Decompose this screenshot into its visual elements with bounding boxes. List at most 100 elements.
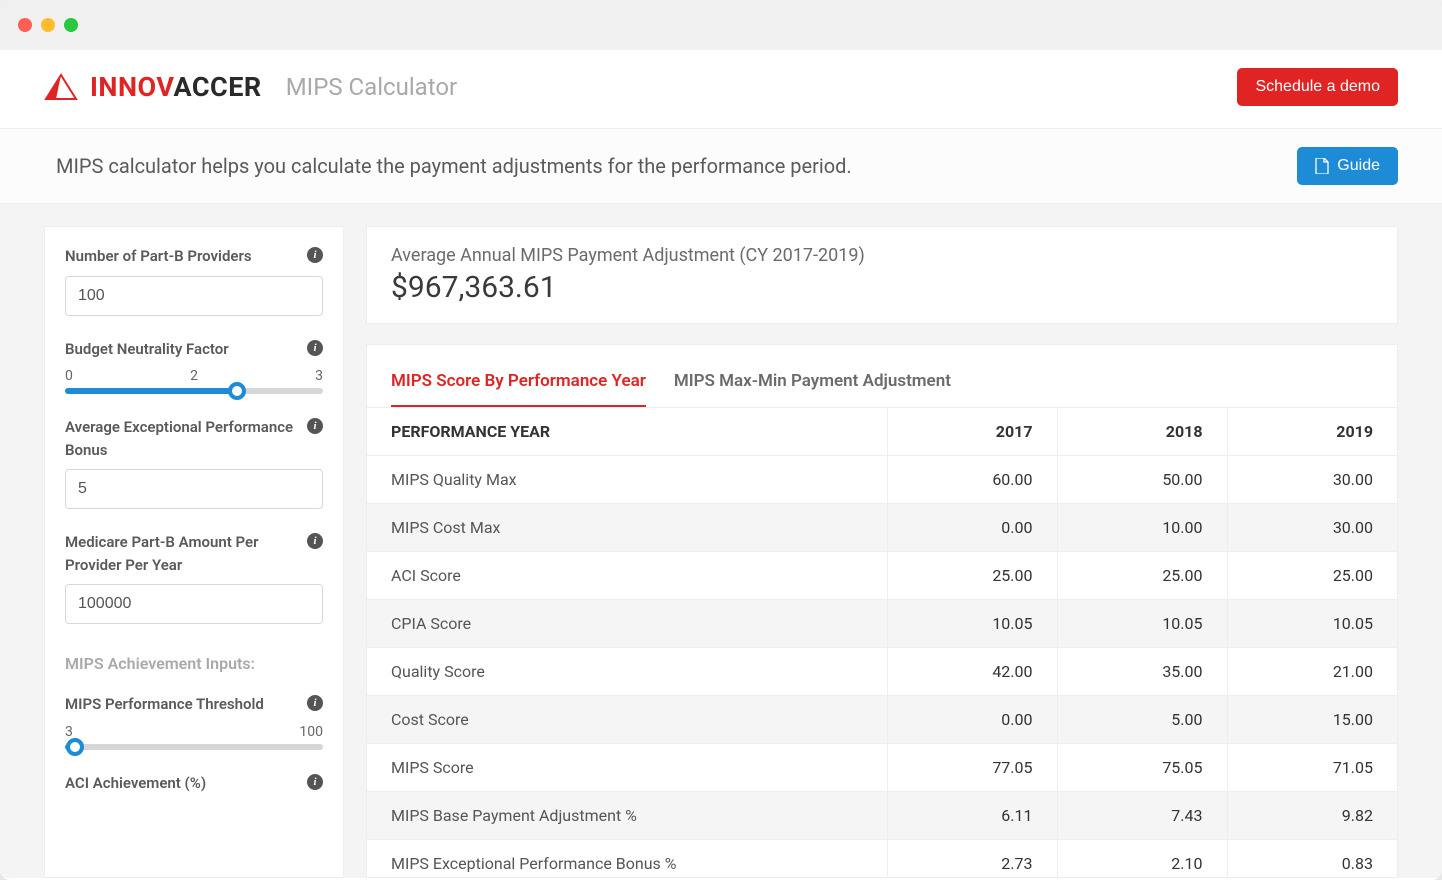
info-icon[interactable]: i — [307, 418, 323, 434]
info-icon[interactable]: i — [307, 340, 323, 356]
cell-value: 30.00 — [1227, 456, 1397, 504]
window-close-icon[interactable] — [18, 18, 32, 32]
field-threshold: MIPS Performance Threshold i 3 100 — [65, 693, 323, 750]
sidebar-section-title: MIPS Achievement Inputs: — [65, 654, 323, 673]
row-label: CPIA Score — [367, 600, 887, 648]
tab[interactable]: MIPS Score By Performance Year — [391, 363, 646, 407]
info-icon[interactable]: i — [307, 695, 323, 711]
row-label: MIPS Exceptional Performance Bonus % — [367, 840, 887, 879]
cell-value: 15.00 — [1227, 696, 1397, 744]
cell-value: 42.00 — [887, 648, 1057, 696]
field-label: ACI Achievement (%) — [65, 772, 206, 795]
cell-value: 75.05 — [1057, 744, 1227, 792]
cell-value: 10.05 — [1227, 600, 1397, 648]
app-subtitle: MIPS Calculator — [286, 73, 457, 101]
table-row: Cost Score0.005.0015.00 — [367, 696, 1397, 744]
table-row: MIPS Cost Max0.0010.0030.00 — [367, 504, 1397, 552]
summary-card: Average Annual MIPS Payment Adjustment (… — [366, 226, 1398, 324]
schedule-demo-button[interactable]: Schedule a demo — [1237, 68, 1398, 106]
cell-value: 0.00 — [887, 504, 1057, 552]
cell-value: 10.00 — [1057, 504, 1227, 552]
field-bonus: Average Exceptional Performance Bonus i — [65, 416, 323, 509]
bonus-input[interactable] — [65, 469, 323, 509]
table-row: Quality Score42.0035.0021.00 — [367, 648, 1397, 696]
field-label: Average Exceptional Performance Bonus — [65, 416, 307, 461]
titlebar — [0, 0, 1442, 50]
tabs: MIPS Score By Performance Year MIPS Max-M… — [367, 363, 1397, 408]
table-card: MIPS Score By Performance Year MIPS Max-M… — [366, 344, 1398, 878]
slider-labels: 0 2 3 — [65, 368, 323, 384]
window-maximize-icon[interactable] — [64, 18, 78, 32]
cell-value: 7.43 — [1057, 792, 1227, 840]
tab[interactable]: MIPS Max-Min Payment Adjustment — [674, 363, 951, 407]
info-icon[interactable]: i — [307, 533, 323, 549]
cell-value: 6.11 — [887, 792, 1057, 840]
row-label: Cost Score — [367, 696, 887, 744]
cell-value: 30.00 — [1227, 504, 1397, 552]
field-aci: ACI Achievement (%) i — [65, 772, 323, 795]
content: Number of Part-B Providers i Budget Neut… — [0, 204, 1442, 878]
summary-label: Average Annual MIPS Payment Adjustment (… — [391, 245, 1373, 266]
row-label: Quality Score — [367, 648, 887, 696]
sidebar: Number of Part-B Providers i Budget Neut… — [44, 226, 344, 878]
cell-value: 9.82 — [1227, 792, 1397, 840]
main: Average Annual MIPS Payment Adjustment (… — [366, 226, 1398, 878]
row-label: MIPS Cost Max — [367, 504, 887, 552]
table-header: 2019 — [1227, 408, 1397, 456]
header: INNOVACCER MIPS Calculator Schedule a de… — [0, 50, 1442, 129]
window-minimize-icon[interactable] — [41, 18, 55, 32]
bnf-slider[interactable] — [65, 388, 323, 394]
medicare-input[interactable] — [65, 584, 323, 624]
info-icon[interactable]: i — [307, 247, 323, 263]
table-row: CPIA Score10.0510.0510.05 — [367, 600, 1397, 648]
slider-thumb-icon[interactable] — [66, 738, 84, 756]
table-header: 2017 — [887, 408, 1057, 456]
slider-min: 0 — [65, 368, 73, 384]
threshold-slider[interactable] — [65, 744, 323, 750]
subheader-text: MIPS calculator helps you calculate the … — [56, 154, 852, 178]
performance-table: PERFORMANCE YEAR201720182019 MIPS Qualit… — [367, 408, 1397, 878]
row-label: MIPS Quality Max — [367, 456, 887, 504]
field-label: Number of Part-B Providers — [65, 245, 252, 268]
cell-value: 50.00 — [1057, 456, 1227, 504]
field-bnf: Budget Neutrality Factor i 0 2 3 — [65, 338, 323, 395]
table-row: ACI Score25.0025.0025.00 — [367, 552, 1397, 600]
table-row: MIPS Exceptional Performance Bonus %2.73… — [367, 840, 1397, 879]
app-window: INNOVACCER MIPS Calculator Schedule a de… — [0, 0, 1442, 880]
providers-input[interactable] — [65, 276, 323, 316]
slider-thumb-icon[interactable] — [228, 382, 246, 400]
info-icon[interactable]: i — [307, 774, 323, 790]
subheader: MIPS calculator helps you calculate the … — [0, 129, 1442, 204]
brand-name: INNOVACCER — [90, 71, 262, 103]
field-label: Medicare Part-B Amount Per Provider Per … — [65, 531, 307, 576]
row-label: MIPS Base Payment Adjustment % — [367, 792, 887, 840]
slider-max: 3 — [315, 368, 323, 384]
cell-value: 35.00 — [1057, 648, 1227, 696]
cell-value: 60.00 — [887, 456, 1057, 504]
cell-value: 10.05 — [1057, 600, 1227, 648]
cell-value: 77.05 — [887, 744, 1057, 792]
slider-labels: 3 100 — [65, 724, 323, 740]
table-row: MIPS Base Payment Adjustment %6.117.439.… — [367, 792, 1397, 840]
cell-value: 25.00 — [887, 552, 1057, 600]
cell-value: 5.00 — [1057, 696, 1227, 744]
row-label: MIPS Score — [367, 744, 887, 792]
guide-button-label: Guide — [1337, 157, 1380, 175]
field-label: MIPS Performance Threshold — [65, 693, 264, 716]
table-row: MIPS Score77.0575.0571.05 — [367, 744, 1397, 792]
table-header: PERFORMANCE YEAR — [367, 408, 887, 456]
slider-mid: 2 — [190, 368, 198, 384]
field-medicare: Medicare Part-B Amount Per Provider Per … — [65, 531, 323, 624]
cell-value: 0.83 — [1227, 840, 1397, 879]
guide-button[interactable]: Guide — [1297, 147, 1398, 185]
innovaccer-logo-icon — [44, 73, 78, 101]
cell-value: 21.00 — [1227, 648, 1397, 696]
pdf-file-icon — [1315, 158, 1329, 174]
cell-value: 10.05 — [887, 600, 1057, 648]
cell-value: 25.00 — [1057, 552, 1227, 600]
table-header: 2018 — [1057, 408, 1227, 456]
cell-value: 0.00 — [887, 696, 1057, 744]
cell-value: 2.10 — [1057, 840, 1227, 879]
cell-value: 2.73 — [887, 840, 1057, 879]
slider-max: 100 — [299, 724, 323, 740]
